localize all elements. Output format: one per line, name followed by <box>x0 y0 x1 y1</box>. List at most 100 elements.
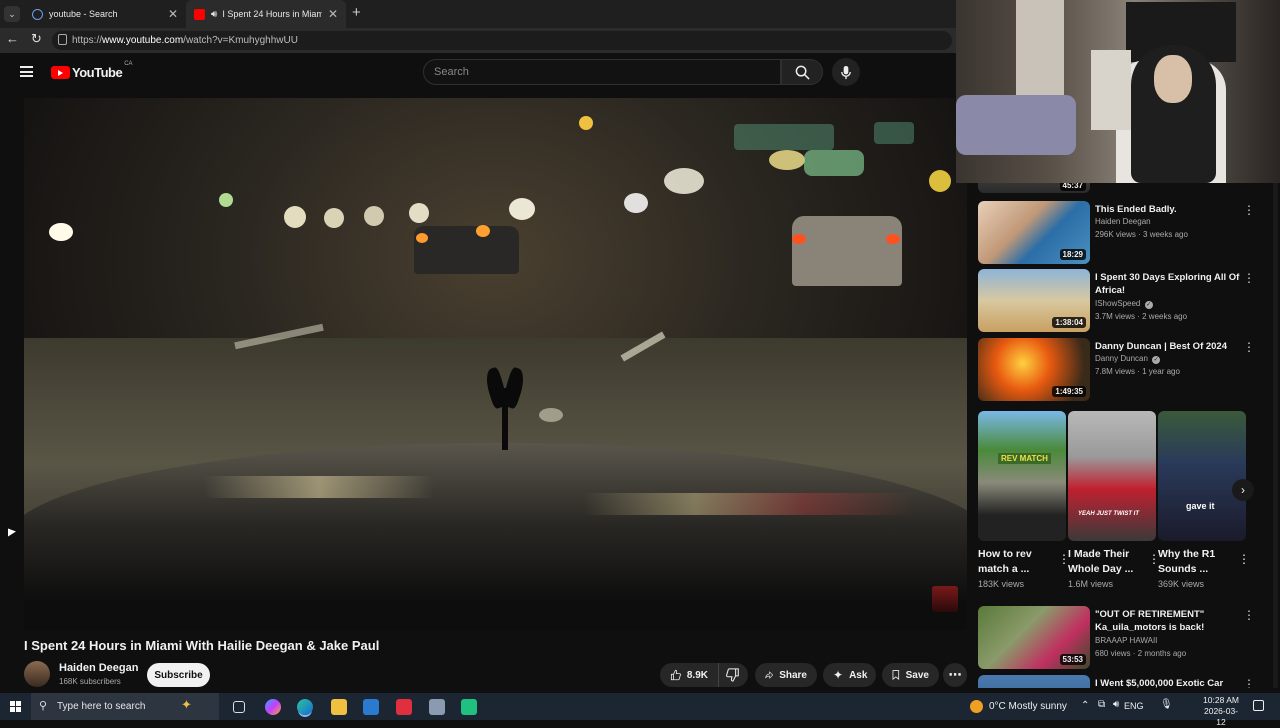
tab-video[interactable]: 🔊︎ I Spent 24 Hours in Miami Wi ✕ <box>186 0 346 28</box>
more-vertical-icon[interactable]: ⋮ <box>1243 340 1255 354</box>
weather-widget[interactable]: 0°C Mostly sunny <box>970 700 1067 713</box>
tail-light <box>792 234 806 244</box>
back-arrow-icon[interactable]: ← <box>6 31 19 46</box>
video-thumbnail[interactable] <box>978 675 1090 688</box>
video-thumbnail[interactable]: 1:49:35 <box>978 338 1090 401</box>
chevron-up-icon[interactable]: ⌃ <box>1081 700 1089 711</box>
share-button[interactable]: Share <box>755 663 817 687</box>
new-tab-button[interactable]: + <box>352 4 361 21</box>
channel-avatar[interactable] <box>24 661 50 687</box>
youtube-logo[interactable]: YouTube CA <box>51 61 133 80</box>
video-thumbnail[interactable]: 18:29 <box>978 201 1090 264</box>
light-bokeh <box>874 122 914 144</box>
youtube-favicon-icon <box>194 8 205 20</box>
search-button[interactable] <box>781 59 823 85</box>
recommendation-channel: BRAAAP HAWAII <box>1095 636 1158 645</box>
recommendation-item[interactable]: 1:38:04 I Spent 30 Days Exploring All Of… <box>978 269 1278 333</box>
channel-watermark[interactable] <box>932 586 958 612</box>
short-thumbnail[interactable]: REV MATCH <box>978 411 1066 541</box>
short-thumbnail[interactable]: gave it <box>1158 411 1246 541</box>
task-view-icon[interactable] <box>233 701 245 713</box>
windows-taskbar: ⚲ Type here to search ✦ 0°C Mostly sunny… <box>0 693 1280 727</box>
mail-icon[interactable] <box>363 699 379 715</box>
channel-name[interactable]: Haiden Deegan <box>59 662 138 674</box>
duration-badge: 1:38:04 <box>1052 317 1086 328</box>
recommendation-meta: 7.8M views · 1 year ago <box>1095 367 1180 376</box>
search-input[interactable]: Search <box>423 59 781 85</box>
edge-browser-icon[interactable] <box>297 699 313 715</box>
file-explorer-icon[interactable] <box>331 699 347 715</box>
share-label: Share <box>779 669 807 681</box>
verified-check-icon: ✓ <box>1144 301 1153 309</box>
close-tab-icon[interactable]: ✕ <box>168 7 178 21</box>
url-domain: www.youtube.com <box>102 35 184 46</box>
tab-youtube-search[interactable]: youtube - Search ✕ <box>24 0 186 28</box>
bookmark-icon <box>892 670 900 680</box>
mouse-cursor-icon <box>8 528 16 540</box>
subscribe-button[interactable]: Subscribe <box>147 663 210 687</box>
store-icon[interactable] <box>396 699 412 715</box>
webcam-bed <box>956 95 1076 155</box>
ask-button[interactable]: ✦ Ask <box>823 663 876 687</box>
voice-search-button[interactable] <box>832 58 860 86</box>
reload-icon[interactable]: ↻ <box>31 31 42 47</box>
car-right <box>792 216 902 286</box>
short-item[interactable]: REV MATCH How to rev match a ... 183K vi… <box>978 411 1070 589</box>
volume-icon[interactable]: 🔊︎ <box>1113 699 1119 710</box>
short-item[interactable]: YEAH JUST TWIST IT I Made Their Whole Da… <box>1068 411 1160 589</box>
address-bar[interactable]: https://www.youtube.com/watch?v=Kmuhyghh… <box>52 31 952 50</box>
more-vertical-icon[interactable]: ⋮ <box>1243 203 1255 217</box>
recommendation-item[interactable]: 18:29 This Ended Badly. Haiden Deegan 29… <box>978 201 1278 265</box>
recommendation-item[interactable]: 1:49:35 Danny Duncan | Best Of 2024 Dann… <box>978 338 1278 402</box>
car-left <box>414 226 519 274</box>
video-player[interactable] <box>24 98 967 630</box>
tab-list-chevron-icon[interactable]: ⌄ <box>4 6 20 22</box>
clock-time: 10:28 AM <box>1203 695 1239 705</box>
dislike-button[interactable] <box>718 663 748 687</box>
clock[interactable]: 10:28 AM 2026-03-12 <box>1200 695 1242 728</box>
app-icon[interactable] <box>429 699 445 715</box>
recommendation-item[interactable]: 53:53 "OUT OF RETIREMENT" Ka_uila_motors… <box>978 606 1278 670</box>
video-thumbnail[interactable]: 53:53 <box>978 606 1090 669</box>
site-info-icon[interactable] <box>58 34 67 45</box>
network-icon[interactable]: ⧉ <box>1098 699 1105 710</box>
short-thumbnail[interactable]: YEAH JUST TWIST IT <box>1068 411 1156 541</box>
language-indicator[interactable]: ENG <box>1124 701 1144 711</box>
hamburger-menu-icon[interactable] <box>20 66 33 77</box>
webcam-overlay <box>956 0 1280 183</box>
more-vertical-icon[interactable]: ⋮ <box>1238 552 1250 566</box>
webcam-shelf <box>1091 50 1131 130</box>
game-icon[interactable] <box>461 699 477 715</box>
speaker-icon[interactable]: 🔊︎ <box>211 9 217 20</box>
light-bokeh <box>49 223 73 241</box>
shelf-next-button[interactable]: › <box>1232 479 1254 501</box>
recommendation-title: This Ended Badly. <box>1095 204 1177 215</box>
more-actions-button[interactable]: ⋯ <box>943 663 967 687</box>
weather-sun-icon <box>970 700 983 713</box>
video-thumbnail[interactable]: 1:38:04 <box>978 269 1090 332</box>
notification-icon[interactable] <box>1253 700 1264 711</box>
save-button[interactable]: Save <box>882 663 939 687</box>
ask-label: Ask <box>849 669 868 681</box>
more-vertical-icon[interactable]: ⋮ <box>1243 271 1255 285</box>
close-tab-icon[interactable]: ✕ <box>328 7 338 21</box>
more-vertical-icon[interactable]: ⋮ <box>1243 608 1255 622</box>
chevron-right-icon: › <box>1241 483 1245 497</box>
copilot-icon[interactable] <box>265 699 281 715</box>
recommendation-item[interactable]: I Went $5,000,000 Exotic Car Shopping ⋮ <box>978 675 1278 688</box>
recommendation-channel: IShowSpeed ✓ <box>1095 299 1153 309</box>
light-bokeh <box>509 198 535 220</box>
duration-badge: 1:49:35 <box>1052 386 1086 397</box>
save-label: Save <box>905 669 929 681</box>
like-button[interactable]: 8.9K <box>660 663 718 687</box>
partial-thumbnail[interactable]: 45:37 <box>978 183 1090 193</box>
taskbar-search[interactable]: ⚲ Type here to search ✦ <box>31 693 219 720</box>
tab-label: youtube - Search <box>49 9 118 19</box>
short-item[interactable]: gave it Why the R1 Sounds ... 369K views… <box>1158 411 1250 589</box>
hood-reflection <box>584 493 914 515</box>
microphone-icon[interactable]: 🎙︎ <box>1160 699 1173 710</box>
windows-start-icon[interactable] <box>10 701 21 712</box>
sidebar-scrollbar[interactable] <box>1273 183 1278 688</box>
short-overlay-text: YEAH JUST TWIST IT <box>1078 511 1140 517</box>
more-vertical-icon[interactable]: ⋮ <box>1243 677 1255 688</box>
